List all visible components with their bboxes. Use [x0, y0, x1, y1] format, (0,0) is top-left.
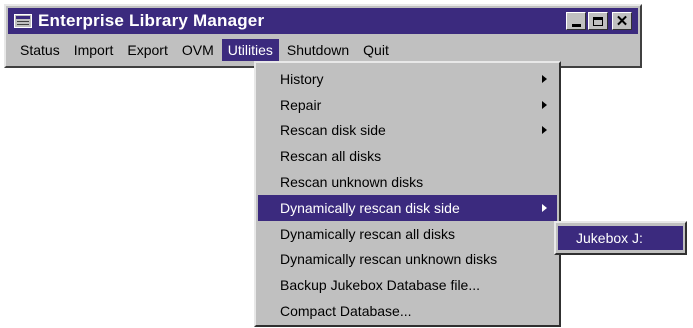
menu-item-history[interactable]: History [258, 66, 557, 92]
menu-item-rescan-disk-side[interactable]: Rescan disk side [258, 118, 557, 144]
menu-item-label: Rescan disk side [280, 122, 386, 139]
menu-status[interactable]: Status [14, 39, 66, 61]
menu-item-dynamically-rescan-all-disks[interactable]: Dynamically rescan all disks [258, 221, 557, 247]
menu-export[interactable]: Export [121, 39, 173, 61]
close-icon: ✕ [615, 12, 629, 30]
submenu-arrow-icon [542, 100, 547, 109]
menu-bar: Status Import Export OVM Utilities Shutd… [8, 37, 638, 63]
menu-item-dynamically-rescan-disk-side[interactable]: Dynamically rescan disk side [258, 194, 557, 221]
menu-item-label: Rescan unknown disks [280, 174, 424, 191]
menu-item-dynamically-rescan-unknown-disks[interactable]: Dynamically rescan unknown disks [258, 247, 557, 273]
submenu-item-jukebox-j[interactable]: Jukebox J: [558, 226, 683, 250]
screen: Enterprise Library Manager ✕ Status Impo… [0, 0, 693, 328]
submenu-item-label: Jukebox J: [576, 230, 643, 246]
minimize-icon [571, 23, 581, 27]
menu-item-label: Repair [280, 96, 322, 113]
maximize-icon [593, 16, 603, 26]
menu-ovm[interactable]: OVM [176, 39, 220, 61]
submenu-arrow-icon [542, 126, 547, 135]
menu-item-backup-jukebox-database[interactable]: Backup Jukebox Database file... [258, 272, 557, 298]
menu-item-label: Backup Jukebox Database file... [280, 277, 481, 294]
minimize-button[interactable] [566, 12, 586, 30]
menu-item-repair[interactable]: Repair [258, 92, 557, 118]
menu-quit[interactable]: Quit [357, 39, 395, 61]
menu-item-label: Dynamically rescan disk side [280, 199, 460, 216]
menu-item-label: Rescan all disks [280, 148, 382, 165]
maximize-button[interactable] [588, 12, 608, 30]
menu-item-label: Compact Database... [280, 303, 412, 320]
menu-item-compact-database[interactable]: Compact Database... [258, 298, 557, 324]
menu-item-rescan-unknown-disks[interactable]: Rescan unknown disks [258, 169, 557, 195]
submenu-arrow-icon [542, 203, 547, 212]
title-bar[interactable]: Enterprise Library Manager ✕ [8, 8, 638, 34]
menu-utilities[interactable]: Utilities [221, 39, 279, 61]
submenu-arrow-icon [542, 74, 547, 83]
menu-import[interactable]: Import [68, 39, 120, 61]
menu-item-rescan-all-disks[interactable]: Rescan all disks [258, 143, 557, 169]
app-window: Enterprise Library Manager ✕ Status Impo… [4, 4, 642, 68]
menu-shutdown[interactable]: Shutdown [281, 39, 355, 61]
app-window-icon[interactable] [14, 14, 32, 28]
menu-item-label: History [280, 70, 324, 87]
menu-item-label: Dynamically rescan all disks [280, 225, 456, 242]
disk-side-submenu: Jukebox J: [554, 221, 687, 255]
utilities-dropdown-menu: History Repair Rescan disk side Rescan a… [254, 61, 561, 327]
close-button[interactable]: ✕ [612, 12, 632, 30]
window-title: Enterprise Library Manager [38, 11, 265, 30]
menu-item-label: Dynamically rescan unknown disks [280, 251, 498, 268]
